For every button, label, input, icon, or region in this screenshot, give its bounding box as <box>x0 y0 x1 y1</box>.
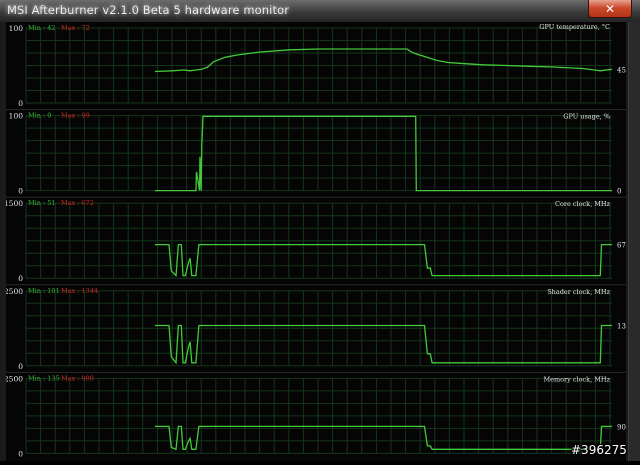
graph-panel: 100 0 Min : 42 Max : 72 GPU temperature, °C 4… <box>9 23 626 108</box>
data-line <box>154 243 612 278</box>
y-max-label: 2500 <box>6 287 23 296</box>
current-value-label: 672 <box>617 242 626 250</box>
current-value-label: 45 <box>617 66 626 74</box>
graph-title: GPU usage, % <box>563 113 610 121</box>
y-max-label: 100 <box>9 112 24 121</box>
graph-title: Shader clock, MHz <box>547 288 610 296</box>
y-min-label: 0 <box>18 99 23 108</box>
window-titlebar[interactable]: MSI Afterburner v2.1.0 Beta 5 hardware m… <box>0 0 640 23</box>
max-value-label: Max : 99 <box>61 112 90 120</box>
window-title: MSI Afterburner v2.1.0 Beta 5 hardware m… <box>7 3 290 17</box>
current-value-label: 0 <box>617 188 621 196</box>
data-line <box>154 48 613 73</box>
min-value-label: Min : 51 <box>28 199 56 207</box>
graph-panel: 1500 0 Min : 51 Max : 672 Core clock, MHz 672 <box>4 196 630 283</box>
y-min-label: 0 <box>18 187 23 196</box>
graph-title: Core clock, MHz <box>555 200 611 208</box>
max-value-label: Max : 1344 <box>61 287 98 295</box>
graph-panel: 100 0 Min : 0 Max : 99 GPU usage, % 0 <box>6 109 626 196</box>
monitor-frame: 100 0 Min : 42 Max : 72 GPU temperature, °C 4… <box>0 22 640 461</box>
close-button[interactable]: ✕ <box>588 0 632 18</box>
data-line <box>154 425 612 451</box>
y-min-label: 0 <box>18 449 23 458</box>
current-value-label: 900 <box>617 423 626 431</box>
data-line <box>154 324 612 365</box>
graph-area: 100 0 Min : 42 Max : 72 GPU temperature, °C 4… <box>4 22 635 461</box>
max-value-label: Max : 672 <box>61 199 94 207</box>
max-value-label: Max : 900 <box>61 374 94 382</box>
min-value-label: Min : 135 <box>28 374 60 382</box>
graph-grid <box>25 377 612 454</box>
graph-title: Memory clock, MHz <box>543 375 610 383</box>
vertical-scrollbar[interactable] <box>628 22 640 461</box>
graph-grid <box>25 115 612 192</box>
graph-grid <box>25 202 612 279</box>
graph-panel: 2500 0 Min : 101 Max : 1344 Shader clock, MH… <box>4 284 635 371</box>
y-max-label: 2500 <box>6 374 23 383</box>
close-icon: ✕ <box>604 1 616 16</box>
graph-grid <box>25 290 612 367</box>
y-min-label: 0 <box>18 274 23 283</box>
graphs-canvas: 100 0 Min : 42 Max : 72 GPU temperature, °C 4… <box>4 23 635 458</box>
graph-title: GPU temperature, °C <box>539 23 610 31</box>
min-value-label: Min : 42 <box>28 24 56 32</box>
graph-panel: 2500 0 Min : 135 Max : 900 Memory clock, MHz… <box>4 371 630 458</box>
image-watermark: #396275 <box>571 443 627 457</box>
max-value-label: Max : 72 <box>61 24 90 32</box>
current-value-label: 1344 <box>617 322 626 330</box>
y-min-label: 0 <box>18 362 23 371</box>
min-value-label: Min : 0 <box>28 112 51 120</box>
y-max-label: 1500 <box>6 199 23 208</box>
y-max-label: 100 <box>9 24 24 33</box>
min-value-label: Min : 101 <box>28 287 60 295</box>
